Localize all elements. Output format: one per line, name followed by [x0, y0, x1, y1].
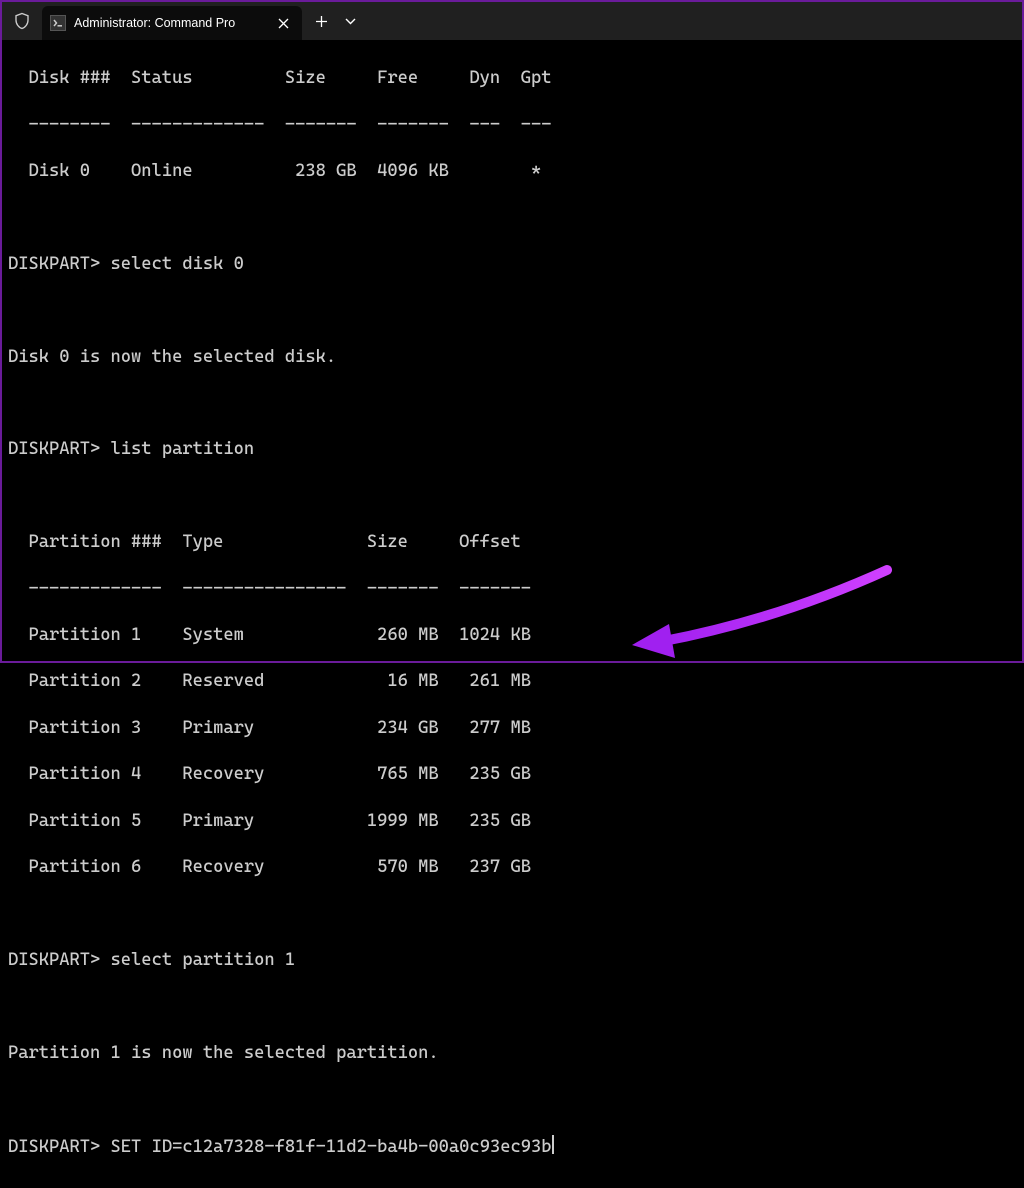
prompt: DISKPART>	[8, 1137, 111, 1157]
tab-title: Administrator: Command Pro	[74, 16, 235, 30]
partition-table-row: Partition 3 Primary 234 GB 277 MB	[8, 717, 1016, 740]
command: select disk 0	[111, 254, 244, 274]
prompt: DISKPART>	[8, 439, 111, 459]
shield-icon	[12, 11, 32, 31]
active-tab[interactable]: Administrator: Command Pro	[42, 6, 302, 40]
new-tab-button[interactable]	[306, 6, 336, 36]
command: select partition 1	[111, 950, 296, 970]
partition-table-row: Partition 6 Recovery 570 MB 237 GB	[8, 856, 1016, 879]
disk-table-header: Disk ### Status Size Free Dyn Gpt	[8, 67, 1016, 90]
titlebar: Administrator: Command Pro	[2, 2, 1022, 40]
prompt: DISKPART>	[8, 950, 111, 970]
partition-table-row: Partition 1 System 260 MB 1024 KB	[8, 624, 1016, 647]
partition-table-row: Partition 5 Primary 1999 MB 235 GB	[8, 810, 1016, 833]
disk-table-row: Disk 0 Online 238 GB 4096 KB *	[8, 160, 1016, 183]
partition-table-row: Partition 4 Recovery 765 MB 235 GB	[8, 763, 1016, 786]
text-cursor	[552, 1135, 554, 1154]
partition-table-header: Partition ### Type Size Offset	[8, 531, 1016, 554]
terminal-output[interactable]: Disk ### Status Size Free Dyn Gpt ------…	[2, 40, 1022, 1188]
prompt: DISKPART>	[8, 254, 111, 274]
tab-close-button[interactable]	[274, 14, 292, 32]
command: list partition	[111, 439, 255, 459]
tab-dropdown-button[interactable]	[336, 6, 364, 36]
terminal-icon	[50, 15, 66, 31]
partition-table-divider: ------------- ---------------- ------- -…	[8, 578, 1016, 601]
output-message: Partition 1 is now the selected partitio…	[8, 1042, 1016, 1065]
command-current: SET ID=c12a7328-f81f-11d2-ba4b-00a0c93ec…	[111, 1137, 552, 1157]
output-message: Disk 0 is now the selected disk.	[8, 346, 1016, 369]
disk-table-divider: -------- ------------- ------- ------- -…	[8, 114, 1016, 137]
partition-table-row: Partition 2 Reserved 16 MB 261 MB	[8, 670, 1016, 693]
